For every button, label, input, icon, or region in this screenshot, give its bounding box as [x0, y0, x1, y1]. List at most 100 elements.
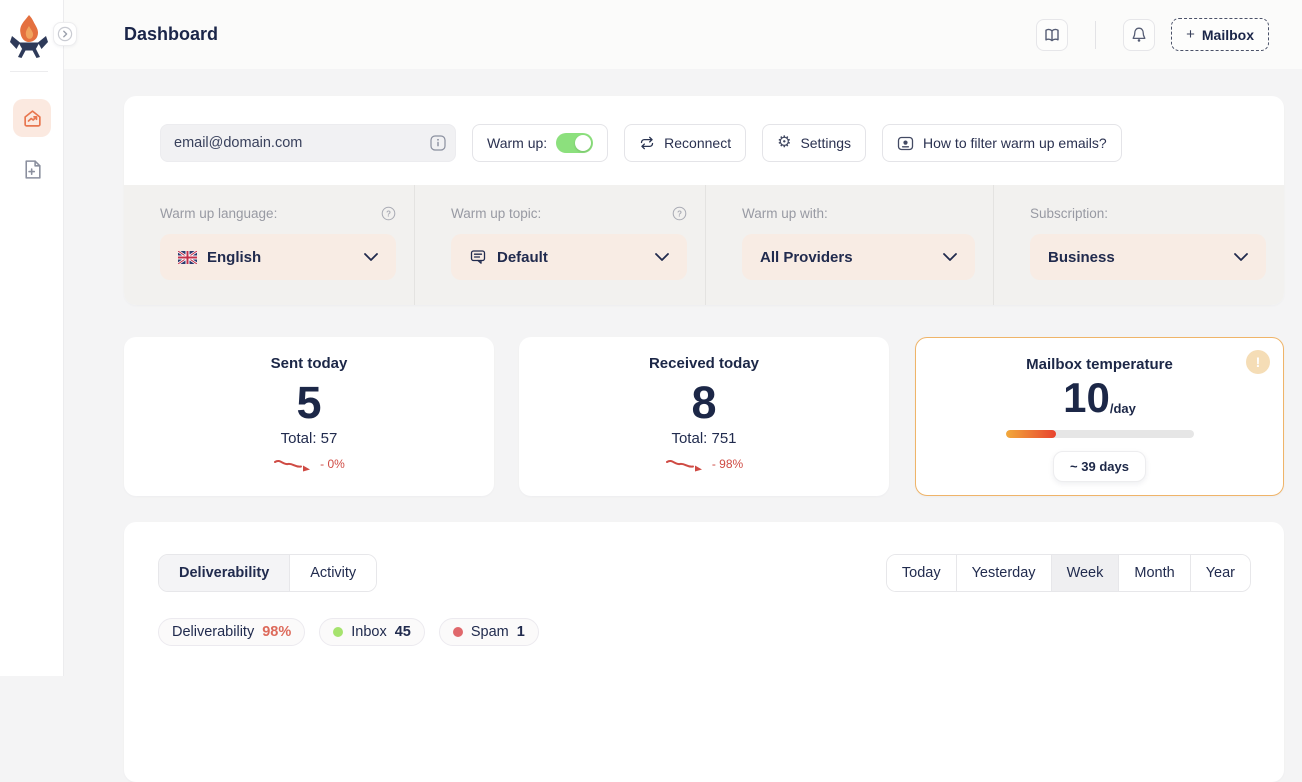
received-today-title: Received today: [519, 355, 889, 372]
temperature-value: 10: [1063, 377, 1110, 419]
chevron-right-circle-icon: [57, 26, 73, 42]
warmup-toggle[interactable]: [556, 133, 593, 153]
chevron-down-icon: [1234, 253, 1248, 261]
gear-icon: ⚙: [777, 135, 791, 151]
sidebar-item-dashboard[interactable]: [13, 99, 51, 137]
received-today-total: Total: 751: [519, 430, 889, 447]
settings-button[interactable]: ⚙ Settings: [762, 124, 866, 162]
warmbox-flame-logo: [10, 14, 48, 58]
deliverability-badge-value: 98%: [262, 624, 291, 640]
sent-today-card: Sent today 5 Total: 57 - 0%: [124, 337, 494, 496]
language-value: English: [207, 249, 261, 266]
sidebar: [0, 0, 64, 676]
selector-topic: Warm up topic: ? Default: [414, 185, 705, 305]
tab-activity[interactable]: Activity: [289, 555, 376, 591]
days-left-badge[interactable]: ~ 39 days: [1053, 451, 1146, 482]
svg-text:?: ?: [677, 209, 682, 218]
sent-today-total: Total: 57: [124, 430, 494, 447]
received-today-trend: - 98%: [712, 457, 743, 471]
deliverability-badge[interactable]: Deliverability 98%: [158, 618, 305, 646]
period-month[interactable]: Month: [1118, 555, 1189, 591]
spam-badge-label: Spam: [471, 624, 509, 640]
subscription-select[interactable]: Business: [1030, 234, 1266, 280]
logo-leg-right: [33, 49, 41, 58]
temperature-progress-fill: [1006, 430, 1057, 438]
mailbox-control-card: Warm up: Reconnect ⚙ Settings: [124, 96, 1284, 305]
analytics-tabs: Deliverability Activity: [158, 554, 377, 592]
sent-today-title: Sent today: [124, 355, 494, 372]
language-label: Warm up language:: [160, 206, 277, 221]
subscription-label: Subscription:: [1030, 206, 1108, 221]
providers-label: Warm up with:: [742, 206, 828, 221]
temperature-unit: /day: [1110, 401, 1136, 416]
info-icon[interactable]: [430, 135, 446, 151]
home-analytics-icon: [22, 108, 43, 129]
selector-providers: Warm up with: All Providers: [705, 185, 993, 305]
reconnect-label: Reconnect: [664, 135, 731, 151]
chevron-down-icon: [364, 253, 378, 261]
warmup-toggle-group[interactable]: Warm up:: [472, 124, 608, 162]
help-icon[interactable]: ?: [672, 206, 687, 221]
providers-select[interactable]: All Providers: [742, 234, 975, 280]
period-yesterday[interactable]: Yesterday: [956, 555, 1051, 591]
sidebar-divider: [10, 71, 48, 72]
video-icon: [897, 135, 914, 152]
downward-trend-icon: [665, 456, 707, 472]
help-icon[interactable]: ?: [381, 206, 396, 221]
logo-leg-left: [18, 49, 26, 58]
chevron-down-icon: [943, 253, 957, 261]
selector-subscription: Subscription: Business: [993, 185, 1284, 305]
period-selector: Today Yesterday Week Month Year: [886, 554, 1251, 592]
topic-select[interactable]: Default: [451, 234, 687, 280]
alert-icon[interactable]: !: [1246, 350, 1270, 374]
reconnect-button[interactable]: Reconnect: [624, 124, 746, 162]
received-today-card: Received today 8 Total: 751 - 98%: [519, 337, 889, 496]
email-input[interactable]: [160, 124, 456, 162]
period-week[interactable]: Week: [1051, 555, 1119, 591]
language-select[interactable]: English: [160, 234, 396, 280]
plus-icon: +: [1186, 26, 1195, 43]
deliverability-badge-label: Deliverability: [172, 624, 254, 640]
inbox-dot-icon: [333, 627, 343, 637]
warmup-toggle-label: Warm up:: [487, 135, 547, 151]
sent-today-value: 5: [124, 378, 494, 428]
temperature-title: Mailbox temperature: [916, 356, 1283, 373]
notifications-button[interactable]: [1123, 19, 1155, 51]
spam-badge[interactable]: Spam 1: [439, 618, 539, 646]
bell-icon: [1130, 26, 1148, 44]
logo-base-center: [19, 43, 40, 51]
inbox-badge[interactable]: Inbox 45: [319, 618, 425, 646]
spam-dot-icon: [453, 627, 463, 637]
period-year[interactable]: Year: [1190, 555, 1250, 591]
inbox-badge-label: Inbox: [351, 624, 386, 640]
filter-help-label: How to filter warm up emails?: [923, 135, 1107, 151]
guide-button[interactable]: [1036, 19, 1068, 51]
svg-text:?: ?: [386, 209, 391, 218]
mailbox-temperature-card: ! Mailbox temperature 10 /day ~ 39 days: [915, 337, 1284, 496]
temperature-progress-track: [1006, 430, 1194, 438]
page-title: Dashboard: [124, 24, 218, 45]
topic-label: Warm up topic:: [451, 206, 541, 221]
uk-flag-icon: [178, 251, 197, 264]
header-divider: [1095, 21, 1096, 49]
downward-trend-icon: [273, 456, 315, 472]
inbox-badge-value: 45: [395, 624, 411, 640]
subscription-value: Business: [1048, 249, 1115, 266]
filter-help-button[interactable]: How to filter warm up emails?: [882, 124, 1122, 162]
settings-label: Settings: [800, 135, 851, 151]
selector-band: Warm up language: ?: [124, 185, 1284, 305]
toggle-knob: [575, 135, 591, 151]
add-mailbox-label: Mailbox: [1202, 27, 1254, 43]
sidebar-item-add-report[interactable]: [13, 150, 51, 188]
period-today[interactable]: Today: [887, 555, 956, 591]
book-icon: [1043, 26, 1061, 44]
header: Dashboard + Mailbox: [64, 0, 1302, 69]
add-mailbox-button[interactable]: + Mailbox: [1171, 18, 1269, 51]
spam-badge-value: 1: [517, 624, 525, 640]
selector-language: Warm up language: ?: [124, 185, 414, 305]
received-today-value: 8: [519, 378, 889, 428]
sidebar-collapse-button[interactable]: [53, 22, 77, 46]
file-plus-icon: [21, 158, 44, 181]
tab-deliverability[interactable]: Deliverability: [159, 555, 289, 591]
chat-bubble-icon: [469, 248, 487, 266]
